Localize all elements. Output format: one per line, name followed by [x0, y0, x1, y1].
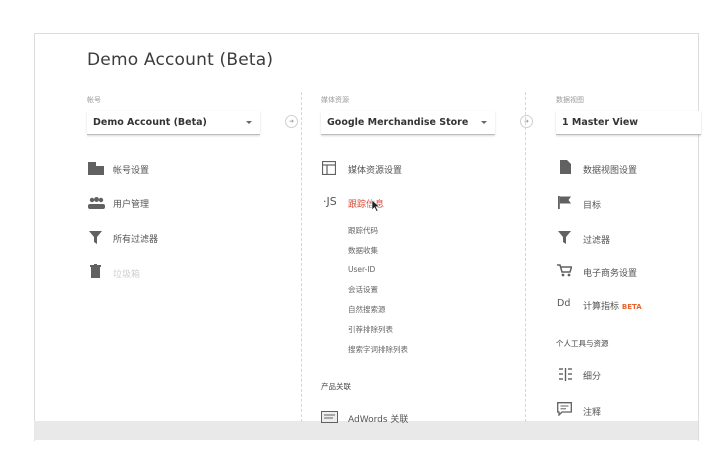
cursor-icon — [371, 199, 381, 212]
flag-icon — [558, 196, 571, 209]
calculated-metrics-link[interactable]: 计算指标 BETA — [583, 299, 642, 312]
filter-icon — [558, 231, 571, 244]
view-settings-link[interactable]: 数据视图设置 — [583, 163, 637, 176]
property-settings-link[interactable]: 媒体资源设置 — [348, 163, 402, 176]
organic-search-sources-link[interactable]: 自然搜索源 — [348, 304, 386, 315]
property-select[interactable]: Google Merchandise Store — [321, 111, 495, 135]
users-icon — [88, 197, 105, 209]
beta-badge: BETA — [621, 303, 642, 311]
account-select-value: Demo Account (Beta) — [93, 117, 207, 128]
account-settings-link[interactable]: 帐号设置 — [113, 163, 149, 176]
filters-link[interactable]: 过滤器 — [583, 233, 610, 246]
page-title: Demo Account (Beta) — [87, 50, 274, 70]
view-column-label: 数据视图 — [556, 96, 584, 104]
all-filters-link[interactable]: 所有过滤器 — [113, 232, 158, 245]
window-icon — [322, 161, 336, 175]
search-term-exclusion-link[interactable]: 搜索字词排除列表 — [348, 344, 408, 355]
calculated-metrics-icon: Dd — [557, 298, 571, 309]
adwords-icon — [321, 411, 338, 423]
js-icon: ·JS — [323, 195, 337, 208]
arrow-right-icon: ➜ — [285, 115, 298, 128]
annotations-link[interactable]: 注释 — [583, 405, 601, 418]
filter-icon — [89, 231, 102, 244]
view-select[interactable]: 1 Master View — [556, 111, 701, 135]
annotation-icon — [557, 402, 572, 416]
user-management-link[interactable]: 用户管理 — [113, 197, 149, 210]
segments-icon — [559, 368, 572, 381]
account-column-label: 帐号 — [87, 96, 101, 104]
trash-link[interactable]: 垃圾箱 — [113, 267, 140, 280]
property-column-label: 媒体资源 — [321, 96, 349, 104]
arrow-right-icon: ➜ — [520, 115, 533, 128]
account-select[interactable]: Demo Account (Beta) — [87, 111, 260, 135]
trash-icon — [90, 264, 101, 278]
product-linking-heading: 产品关联 — [321, 382, 351, 391]
cart-icon — [557, 264, 572, 277]
session-settings-link[interactable]: 会话设置 — [348, 284, 378, 295]
document-icon — [560, 160, 571, 174]
view-select-value: 1 Master View — [562, 117, 639, 128]
property-select-value: Google Merchandise Store — [327, 117, 469, 128]
column-divider — [525, 92, 526, 422]
column-divider — [301, 92, 302, 422]
chevron-down-icon — [246, 121, 252, 124]
ecommerce-settings-link[interactable]: 电子商务设置 — [583, 266, 637, 279]
goals-link[interactable]: 目标 — [583, 198, 601, 211]
user-id-link[interactable]: User-ID — [348, 265, 375, 274]
building-icon — [88, 162, 104, 175]
chevron-down-icon — [481, 121, 487, 124]
adwords-linking-link[interactable]: AdWords 关联 — [348, 412, 408, 425]
calculated-metrics-label: 计算指标 — [583, 302, 620, 312]
segments-link[interactable]: 细分 — [583, 369, 601, 382]
personal-tools-heading: 个人工具与资源 — [556, 339, 609, 348]
data-collection-link[interactable]: 数据收集 — [348, 245, 378, 256]
tracking-code-link[interactable]: 跟踪代码 — [348, 225, 378, 236]
referral-exclusion-link[interactable]: 引荐排除列表 — [348, 324, 393, 335]
